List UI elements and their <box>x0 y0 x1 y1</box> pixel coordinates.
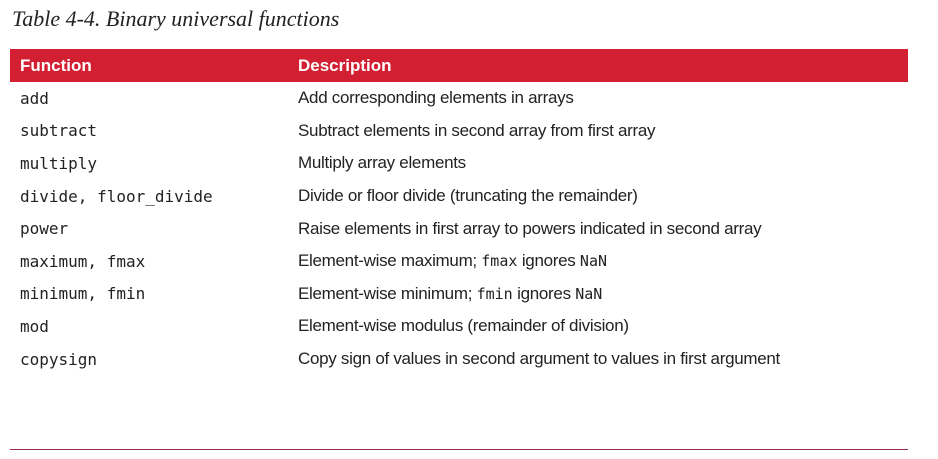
function-description: Element-wise modulus (remainder of divis… <box>298 316 629 336</box>
table-row: divide, floor_divide Divide or floor div… <box>10 180 908 213</box>
function-name: maximum, fmax <box>20 251 146 271</box>
table-row: minimum, fmin Element-wise minimum; fmin… <box>10 278 908 311</box>
table-row: maximum, fmax Element-wise maximum; fmax… <box>10 245 908 278</box>
table-row: add Add corresponding elements in arrays <box>10 82 908 115</box>
header-description: Description <box>298 55 392 75</box>
function-name: subtract <box>20 121 98 141</box>
function-name: multiply <box>20 153 98 173</box>
table-row: subtract Subtract elements in second arr… <box>10 115 908 148</box>
binary-ufuncs-table: Function Description add Add correspondi… <box>10 49 908 375</box>
table-row: copysign Copy sign of values in second a… <box>10 343 908 376</box>
function-name: add <box>20 88 49 108</box>
function-description: Element-wise minimum; fmin ignores NaN <box>298 284 908 304</box>
description-text: ignores <box>517 251 580 271</box>
code-text: NaN <box>579 252 608 271</box>
function-description: Copy sign of values in second argument t… <box>298 349 780 369</box>
table-bottom-rule <box>10 449 908 450</box>
description-text: ignores <box>512 283 576 303</box>
description-text: Element-wise minimum; <box>298 283 477 303</box>
table-row: mod Element-wise modulus (remainder of d… <box>10 310 908 343</box>
code-text: NaN <box>575 284 603 303</box>
function-description: Divide or floor divide (truncating the r… <box>298 186 638 206</box>
code-text: fmin <box>476 284 513 303</box>
header-function: Function <box>20 55 92 75</box>
description-text: Element-wise maximum; <box>298 251 482 271</box>
function-description: Multiply array elements <box>298 153 466 173</box>
table-header-row: Function Description <box>10 49 908 82</box>
code-text: fmax <box>481 252 518 271</box>
function-name: divide, floor_divide <box>20 186 213 206</box>
function-name: minimum, fmin <box>20 284 146 304</box>
table-row: multiply Multiply array elements <box>10 147 908 180</box>
function-name: copysign <box>20 349 98 369</box>
function-description: Raise elements in first array to powers … <box>298 218 762 238</box>
table-row: power Raise elements in first array to p… <box>10 212 908 245</box>
table-caption: Table 4-4. Binary universal functions <box>12 6 340 31</box>
function-description: Add corresponding elements in arrays <box>298 88 574 108</box>
function-description: Element-wise maximum; fmax ignores NaN <box>298 251 908 271</box>
function-description: Subtract elements in second array from f… <box>298 120 656 140</box>
function-name: power <box>20 219 69 239</box>
function-name: mod <box>20 316 49 336</box>
